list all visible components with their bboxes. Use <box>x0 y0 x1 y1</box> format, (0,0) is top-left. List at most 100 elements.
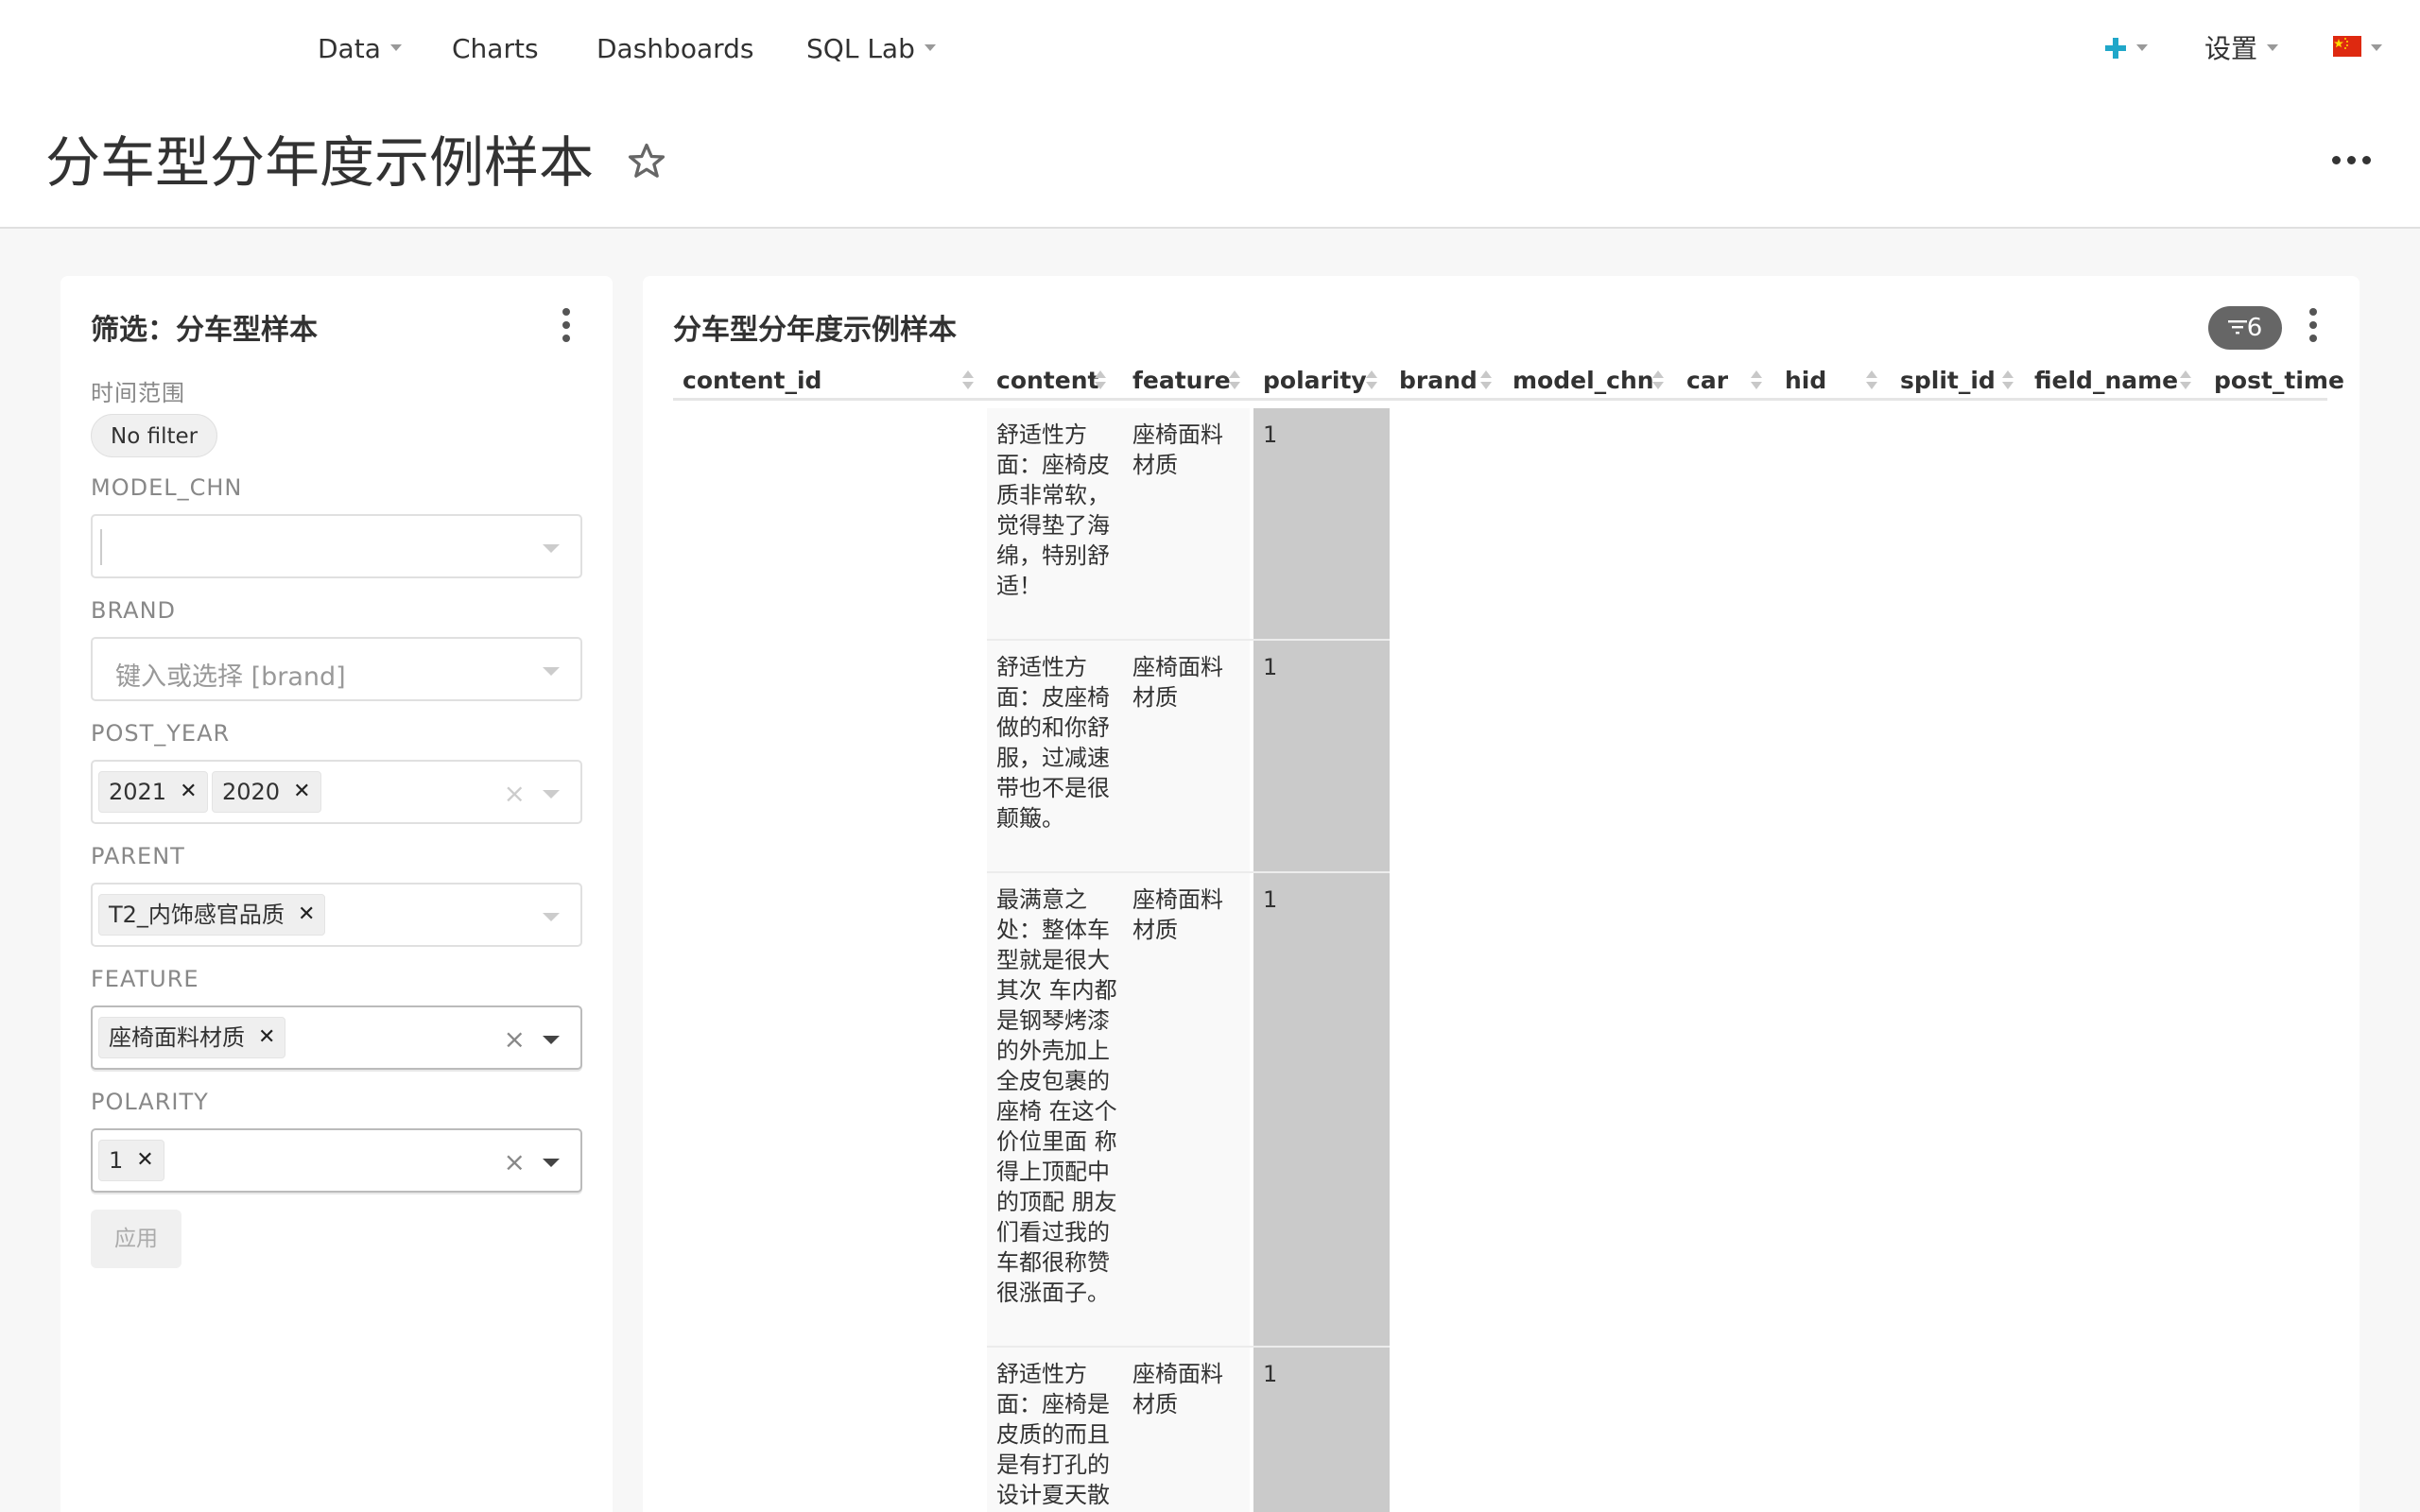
clear-icon[interactable]: × <box>504 1143 526 1181</box>
dashboard-header: 分车型分年度示例样本 <box>0 98 2420 229</box>
applied-filters-badge[interactable]: 6 <box>2208 306 2282 350</box>
th-car[interactable]: car <box>1686 361 1728 401</box>
close-icon[interactable]: ✕ <box>136 1140 153 1181</box>
chevron-down-icon <box>543 667 560 676</box>
th-feature[interactable]: feature <box>1132 361 1231 401</box>
sort-icon[interactable] <box>1866 370 1877 391</box>
feature-label: FEATURE <box>91 966 199 992</box>
post-year-select[interactable]: 2021 ✕ 2020 ✕ × <box>91 760 582 824</box>
more-horizontal-icon[interactable] <box>2327 146 2375 174</box>
chevron-down-icon <box>924 43 936 51</box>
post-year-tag: 2021 ✕ <box>98 771 208 813</box>
sort-icon[interactable] <box>1652 370 1664 391</box>
chevron-down-icon <box>543 1159 560 1167</box>
parent-label: PARENT <box>91 843 185 869</box>
filter-count: 6 <box>2246 314 2263 342</box>
more-vertical-icon[interactable] <box>562 306 571 344</box>
settings-label: 设置 <box>2204 33 2258 64</box>
post-year-tag: 2020 ✕ <box>212 771 321 813</box>
brand-select[interactable]: 键入或选择 [brand] <box>91 637 582 701</box>
settings-menu[interactable]: 设置 <box>2204 28 2279 70</box>
th-field-name[interactable]: field_name <box>2034 361 2178 401</box>
filter-title: 筛选：分车型样本 <box>91 314 318 347</box>
table-header: content_id content feature polarity bran… <box>673 361 2344 401</box>
apply-button[interactable]: 应用 <box>91 1210 182 1268</box>
language-menu[interactable] <box>2333 28 2382 70</box>
model-chn-select[interactable] <box>91 514 582 578</box>
th-brand[interactable]: brand <box>1399 361 1478 401</box>
th-content[interactable]: content <box>996 361 1098 401</box>
page-title: 分车型分年度示例样本 <box>45 130 595 195</box>
nav-data-menu[interactable]: Data <box>318 28 402 70</box>
row-divider <box>987 871 1390 873</box>
table-panel: 分车型分年度示例样本 6 content_id content feature … <box>643 276 2360 1512</box>
sort-icon[interactable] <box>962 370 974 391</box>
row-divider <box>987 639 1390 641</box>
cell-content: 舒适性方面：皮座椅做的和你舒服，过减速带也不是很颠簸。 <box>996 654 1110 832</box>
clear-icon[interactable]: × <box>504 775 526 813</box>
chevron-down-icon <box>389 43 402 51</box>
sort-icon[interactable] <box>1366 370 1377 391</box>
sort-icon[interactable] <box>1751 370 1762 391</box>
polarity-select[interactable]: 1 ✕ × <box>91 1128 582 1193</box>
tag-label: T2_内饰感官品质 <box>109 902 285 928</box>
star-icon[interactable] <box>626 141 667 182</box>
add-new-button[interactable] <box>2104 28 2148 70</box>
chevron-down-icon <box>543 1036 560 1044</box>
polarity-label: POLARITY <box>91 1089 209 1115</box>
chevron-down-icon <box>2136 43 2148 51</box>
nav-charts-label: Charts <box>452 33 539 64</box>
sort-icon[interactable] <box>2180 370 2191 391</box>
cell-content: 舒适性方面：座椅皮质非常软，觉得垫了海绵，特别舒适！ <box>996 421 1110 599</box>
parent-tag: T2_内饰感官品质 ✕ <box>98 894 326 936</box>
sort-icon[interactable] <box>2002 370 2014 391</box>
cell-feature: 座椅面料材质 <box>1132 421 1223 478</box>
brand-placeholder: 键入或选择 [brand] <box>115 662 346 692</box>
cell-polarity: 1 <box>1263 886 1278 913</box>
th-hid[interactable]: hid <box>1785 361 1826 401</box>
nav-data-label: Data <box>318 33 381 64</box>
more-vertical-icon[interactable] <box>2308 306 2318 344</box>
text-cursor <box>100 529 102 565</box>
chevron-down-icon <box>2371 43 2382 51</box>
nav-dashboards-label: Dashboards <box>596 33 754 64</box>
cell-feature: 座椅面料材质 <box>1132 886 1223 943</box>
chevron-down-icon <box>543 544 560 553</box>
parent-select[interactable]: T2_内饰感官品质 ✕ <box>91 883 582 947</box>
time-range-pill[interactable]: No filter <box>91 414 218 457</box>
table-title: 分车型分年度示例样本 <box>673 314 957 347</box>
close-icon[interactable]: ✕ <box>258 1017 275 1058</box>
cell-polarity: 1 <box>1263 421 1278 448</box>
close-icon[interactable]: ✕ <box>298 894 315 936</box>
th-model-chn[interactable]: model_chn <box>1512 361 1654 401</box>
brand-label: BRAND <box>91 597 177 624</box>
time-range-label: 时间范围 <box>91 380 185 406</box>
sort-icon[interactable] <box>1095 370 1106 391</box>
filter-panel: 筛选：分车型样本 时间范围 No filter MODEL_CHN BRAND … <box>60 276 613 1512</box>
nav-sqllab-menu[interactable]: SQL Lab <box>806 28 936 70</box>
nav-sqllab-label: SQL Lab <box>806 33 915 64</box>
sort-icon[interactable] <box>1480 370 1492 391</box>
tag-label: 2021 <box>109 779 167 805</box>
tag-label: 2020 <box>222 779 281 805</box>
th-split-id[interactable]: split_id <box>1900 361 1996 401</box>
cell-feature: 座椅面料材质 <box>1132 654 1223 711</box>
china-flag-icon <box>2333 36 2361 57</box>
cell-content: 最满意之处：整体车型就是很大 其次 车内都是钢琴烤漆的外壳加上全皮包裹的座椅 在… <box>996 886 1117 1306</box>
nav-charts[interactable]: Charts <box>452 28 539 70</box>
post-year-label: POST_YEAR <box>91 720 231 747</box>
th-content-id[interactable]: content_id <box>683 361 821 401</box>
filter-icon <box>2227 319 2247 334</box>
chevron-down-icon <box>2267 43 2279 51</box>
clear-icon[interactable]: × <box>504 1021 526 1058</box>
cell-feature: 座椅面料材质 <box>1132 1361 1223 1418</box>
nav-dashboards[interactable]: Dashboards <box>596 28 754 70</box>
feature-select[interactable]: 座椅面料材质 ✕ × <box>91 1005 582 1070</box>
sort-icon[interactable] <box>1229 370 1240 391</box>
close-icon[interactable]: ✕ <box>293 771 310 813</box>
th-post-time[interactable]: post_time <box>2214 361 2344 401</box>
cell-polarity: 1 <box>1263 654 1278 680</box>
close-icon[interactable]: ✕ <box>180 771 197 813</box>
th-polarity[interactable]: polarity <box>1263 361 1367 401</box>
cell-content: 舒适性方面：座椅是皮质的而且是有打孔的设计夏天散 <box>996 1361 1110 1508</box>
